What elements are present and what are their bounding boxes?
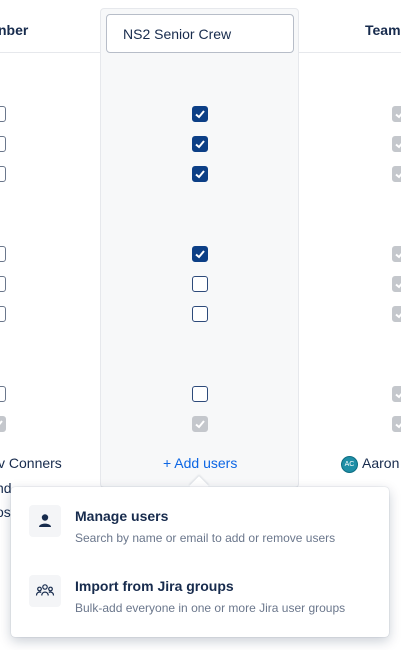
team-checkbox-disabled: [392, 166, 401, 182]
checkmark-icon: [395, 313, 401, 319]
menu-item-title: Import from Jira groups: [75, 578, 234, 594]
checkmark-icon: [195, 140, 205, 149]
team-checkbox-disabled: [392, 416, 401, 432]
member-checkbox-disabled: [0, 416, 6, 432]
team-checkbox-disabled: [392, 246, 401, 262]
menu-item-description: Bulk-add everyone in one or more Jira us…: [75, 601, 346, 615]
manage-users-item[interactable]: Manage users Search by name or email to …: [11, 495, 389, 563]
avatar: AC: [341, 456, 358, 473]
checkmark-icon: [0, 420, 3, 425]
member-checkbox[interactable]: [0, 136, 6, 152]
group-checkbox-disabled: [192, 416, 208, 432]
user-name-left: v Conners: [0, 455, 62, 471]
checkmark-icon: [195, 420, 205, 429]
user-text-left-2: nd: [0, 480, 12, 496]
checkmark-icon: [395, 143, 401, 149]
team-checkbox-disabled: [392, 306, 401, 322]
group-checkbox[interactable]: [192, 276, 208, 292]
checkmark-icon: [195, 110, 205, 119]
checkmark-icon: [395, 173, 401, 179]
group-checkbox[interactable]: [192, 306, 208, 322]
checkmark-icon: [395, 283, 401, 289]
member-checkbox[interactable]: [0, 246, 6, 262]
checkmark-icon: [395, 423, 401, 429]
checkmark-icon: [395, 393, 401, 399]
group-name-input[interactable]: [106, 14, 294, 53]
group-checkbox[interactable]: [192, 246, 208, 262]
team-checkbox-disabled: [392, 106, 401, 122]
team-checkbox-disabled: [392, 136, 401, 152]
checkmark-icon: [395, 113, 401, 119]
group-checkbox[interactable]: [192, 166, 208, 182]
member-checkbox[interactable]: [0, 106, 6, 122]
import-jira-groups-item[interactable]: Import from Jira groups Bulk-add everyon…: [11, 565, 389, 633]
user-name-right: Aaron: [362, 455, 400, 471]
group-checkbox[interactable]: [192, 136, 208, 152]
person-icon: [29, 505, 61, 537]
checkmark-icon: [195, 170, 205, 179]
add-users-popup: Manage users Search by name or email to …: [11, 487, 389, 637]
checkmark-icon: [195, 250, 205, 259]
menu-item-title: Manage users: [75, 508, 169, 524]
column-header-member: nber: [0, 22, 29, 38]
menu-item-description: Search by name or email to add or remove…: [75, 531, 336, 545]
group-checkbox[interactable]: [192, 386, 208, 402]
team-checkbox-disabled: [392, 276, 401, 292]
checkmark-icon: [395, 253, 401, 259]
column-header-team: Team: [365, 22, 401, 38]
member-checkbox[interactable]: [0, 276, 6, 292]
add-users-link[interactable]: + Add users: [163, 455, 237, 471]
member-checkbox[interactable]: [0, 306, 6, 322]
group-icon: [29, 575, 61, 607]
group-checkbox[interactable]: [192, 106, 208, 122]
member-checkbox[interactable]: [0, 166, 6, 182]
team-checkbox-disabled: [392, 386, 401, 402]
member-checkbox[interactable]: [0, 386, 6, 402]
